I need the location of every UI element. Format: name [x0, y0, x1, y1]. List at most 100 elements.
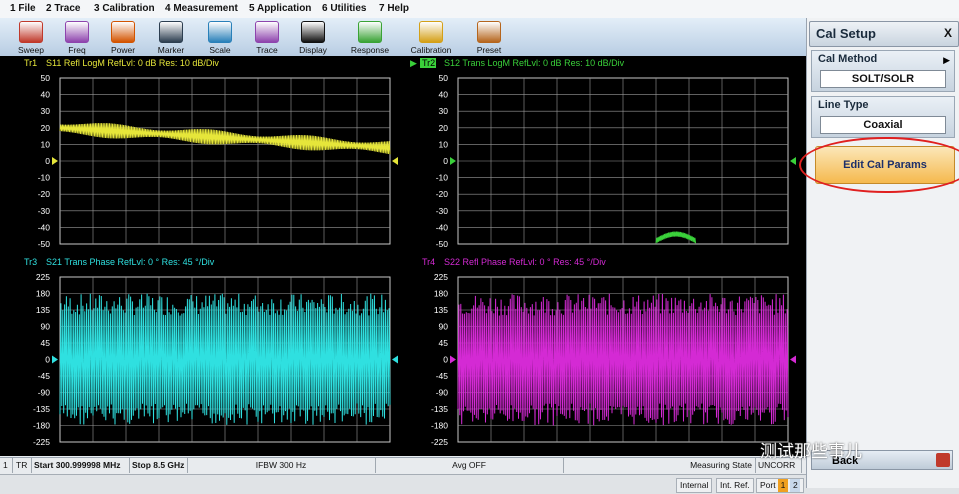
y-tick-label: -30: [436, 206, 449, 216]
y-tick-label: 135: [434, 305, 448, 315]
sweep-icon: [19, 21, 43, 43]
y-tick-label: -180: [33, 421, 50, 431]
trace-title: S21 Trans Phase RefLvl: 0 ° Res: 45 °/Di…: [46, 257, 215, 267]
reference-marker-left: [450, 157, 456, 165]
y-tick-label: -90: [436, 388, 449, 398]
line-type-value: Coaxial: [820, 116, 946, 134]
y-tick-label: 225: [36, 272, 50, 282]
y-tick-label: -10: [38, 173, 51, 183]
menu-utilities[interactable]: 6 Utilities: [322, 3, 366, 14]
cal-method-button[interactable]: Cal Method ▶ SOLT/SOLR: [811, 50, 955, 92]
port-2-indicator: 2: [790, 479, 801, 492]
line-type-button[interactable]: Line Type Coaxial: [811, 96, 955, 138]
trace-button[interactable]: Trace: [244, 20, 290, 55]
y-tick-label: 30: [439, 106, 449, 116]
trace-id: Tr2: [422, 58, 435, 68]
cal-setup-panel: Cal Setup X Cal Method ▶ SOLT/SOLR Line …: [799, 18, 959, 488]
power-icon: [111, 21, 135, 43]
port-label: Port: [760, 480, 776, 490]
y-tick-label: 10: [439, 139, 449, 149]
y-tick-label: 40: [439, 90, 449, 100]
reference-marker-left: [52, 355, 58, 364]
y-tick-label: 45: [41, 338, 51, 348]
edit-cal-params-button[interactable]: Edit Cal Params: [799, 137, 959, 193]
preset-label: Preset: [476, 45, 502, 55]
y-tick-label: -180: [431, 421, 448, 431]
measuring-state: Measuring State: [563, 458, 756, 473]
y-tick-label: -135: [431, 404, 448, 414]
trace-label: Trace: [256, 45, 278, 55]
trace-display: Tr1 S11 Refl LogM RefLvl: 0 dB Res: 10 dB…: [0, 56, 806, 456]
y-tick-label: 0: [443, 355, 448, 365]
active-arrow-icon: ▶: [410, 58, 417, 68]
internal-trigger: Internal: [676, 478, 713, 493]
sweep-button[interactable]: Sweep: [8, 20, 54, 55]
menu-file[interactable]: 1 File: [10, 3, 36, 14]
power-button[interactable]: Power: [100, 20, 146, 55]
y-tick-label: 180: [36, 289, 50, 299]
menu-calibration[interactable]: 3 Calibration: [94, 3, 155, 14]
scale-button[interactable]: Scale: [197, 20, 243, 55]
close-icon[interactable]: X: [944, 26, 952, 40]
y-tick-label: 20: [439, 123, 449, 133]
port-indicator: Port 1 2: [756, 478, 805, 493]
y-tick-label: 50: [41, 73, 51, 83]
y-tick-label: -90: [38, 388, 51, 398]
y-tick-label: 135: [36, 305, 50, 315]
response-icon: [358, 21, 382, 43]
trace-title: S22 Refl Phase RefLvl: 0 ° Res: 45 °/Div: [444, 257, 606, 267]
y-tick-label: 40: [41, 90, 51, 100]
trace-line-tr2: [655, 231, 697, 244]
stop-frequency[interactable]: Stop 8.5 GHz: [129, 458, 188, 473]
freq-label: Freq: [68, 45, 86, 55]
display-button[interactable]: Display: [290, 20, 336, 55]
ifbw-readout[interactable]: IFBW 300 Hz: [187, 458, 376, 473]
cal-method-value: SOLT/SOLR: [820, 70, 946, 88]
y-tick-label: -30: [38, 206, 51, 216]
submenu-arrow-icon: ▶: [943, 55, 950, 65]
averaging-readout[interactable]: Avg OFF: [375, 458, 564, 473]
channel-status-bar: 1 TR Start 300.999998 MHz Stop 8.5 GHz I…: [0, 457, 806, 474]
toolbar: Sweep Freq Power Marker Scale Trace Display Res…: [0, 18, 806, 57]
y-tick-label: -10: [436, 173, 449, 183]
watermark-text: 测试那些事儿: [760, 442, 862, 462]
y-tick-label: -40: [38, 222, 51, 232]
menu-measurement[interactable]: 4 Measurement: [165, 3, 238, 14]
freq-button[interactable]: Freq: [54, 20, 100, 55]
trace-plots: Tr1 S11 Refl LogM RefLvl: 0 dB Res: 10 dB…: [24, 58, 796, 447]
scale-icon: [208, 21, 232, 43]
y-tick-label: -225: [33, 437, 50, 447]
marker-icon: [159, 21, 183, 43]
y-tick-label: 0: [45, 156, 50, 166]
y-tick-label: -20: [436, 189, 449, 199]
y-tick-label: -45: [38, 371, 51, 381]
marker-button[interactable]: Marker: [148, 20, 194, 55]
cal-method-label: Cal Method: [818, 53, 878, 65]
response-button[interactable]: Response: [347, 20, 393, 55]
y-tick-label: 90: [41, 322, 51, 332]
calibration-icon: [419, 21, 443, 43]
y-tick-label: 30: [41, 106, 51, 116]
channel-mode: TR: [13, 458, 32, 473]
scale-label: Scale: [209, 45, 231, 55]
trace-icon: [255, 21, 279, 43]
freq-icon: [65, 21, 89, 43]
y-tick-label: -20: [38, 189, 51, 199]
reference-marker-right: [790, 157, 796, 165]
display-icon: [301, 21, 325, 43]
preset-button[interactable]: Preset: [466, 20, 512, 55]
y-tick-label: 50: [439, 73, 449, 83]
home-icon[interactable]: [936, 453, 950, 467]
menu-trace[interactable]: 2 Trace: [46, 3, 80, 14]
calibration-button[interactable]: Calibration: [408, 20, 454, 55]
panel-title-bar: Cal Setup X: [809, 21, 959, 47]
start-frequency[interactable]: Start 300.999998 MHz: [31, 458, 130, 473]
panel-title: Cal Setup: [816, 26, 876, 41]
menu-application[interactable]: 5 Application: [249, 3, 311, 14]
edit-cal-params-label: Edit Cal Params: [843, 159, 927, 171]
menu-help[interactable]: 7 Help: [379, 3, 409, 14]
y-tick-label: 20: [41, 123, 51, 133]
reference-marker-right: [392, 157, 398, 165]
y-tick-label: -50: [38, 239, 51, 249]
reference-source: Int. Ref.: [716, 478, 754, 493]
